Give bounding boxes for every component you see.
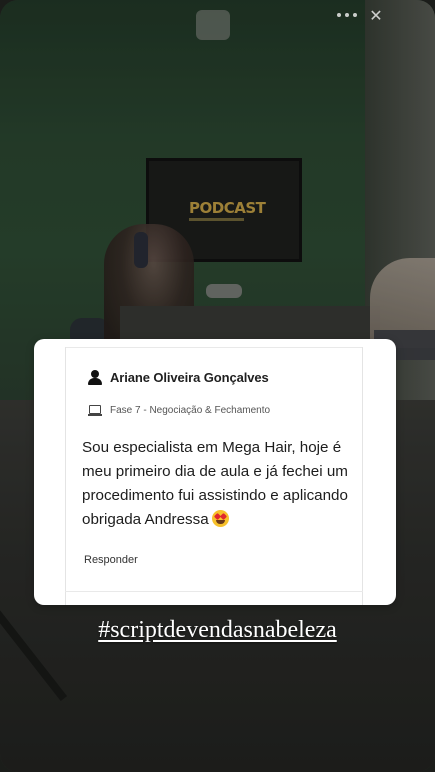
heart-eyes-emoji [211, 510, 229, 527]
monitor-icon [88, 405, 102, 416]
comment-card: Ariane Oliveira Gonçalves Fase 7 - Negoc… [34, 339, 396, 605]
divider [65, 347, 363, 348]
lesson-reference[interactable]: Fase 7 - Negociação & Fechamento [88, 405, 270, 416]
more-dots-icon[interactable] [337, 10, 361, 20]
divider [65, 591, 363, 592]
comment-body: Sou especialista em Mega Hair, hoje é me… [82, 436, 358, 532]
divider [65, 347, 66, 605]
close-icon[interactable]: ✕ [368, 8, 384, 24]
reply-button[interactable]: Responder [84, 554, 138, 566]
user-icon [88, 370, 102, 385]
author-name[interactable]: Ariane Oliveira Gonçalves [110, 370, 269, 385]
lesson-title[interactable]: Fase 7 - Negociação & Fechamento [110, 405, 270, 416]
comment-author: Ariane Oliveira Gonçalves [88, 370, 269, 385]
story-frame[interactable]: PODCAST ✕ Ariane Oliveira Gonçalves Fase… [0, 0, 435, 772]
divider [362, 347, 363, 605]
hashtag-sticker[interactable]: #scriptdevendasnabeleza [0, 617, 435, 644]
